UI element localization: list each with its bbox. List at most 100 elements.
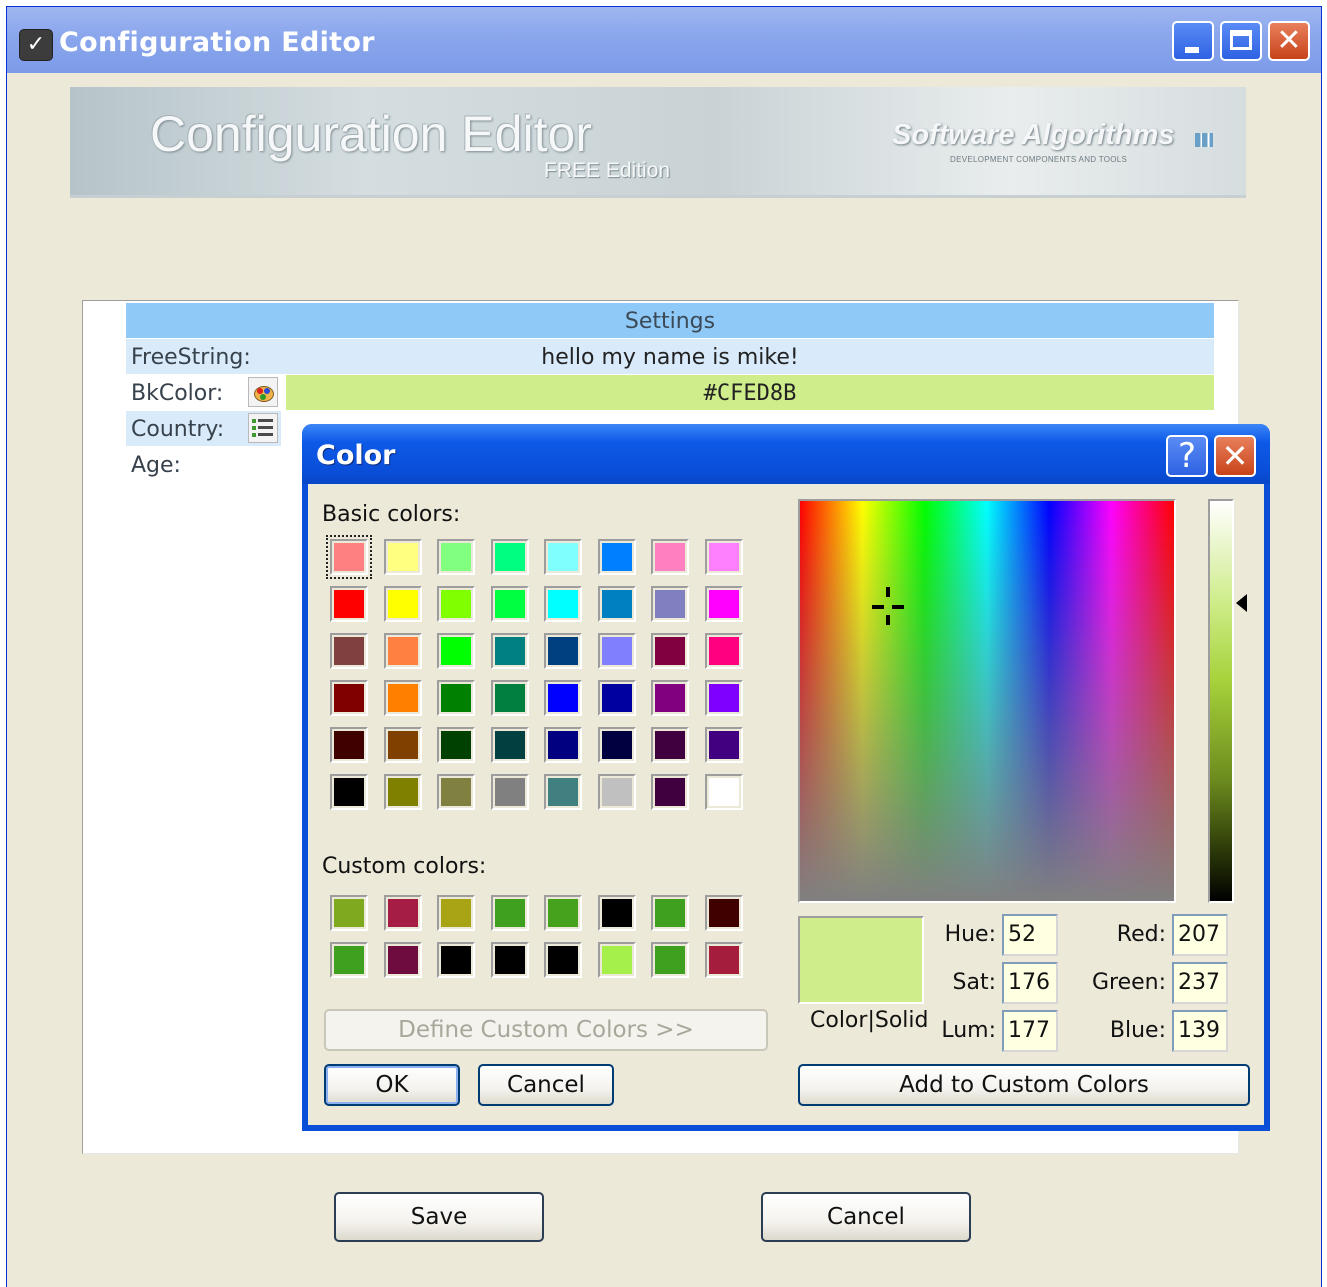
sat-input[interactable]: 176 xyxy=(1002,962,1058,1004)
save-button[interactable]: Save xyxy=(334,1192,544,1242)
custom-color-swatch[interactable] xyxy=(597,942,636,978)
basic-color-swatch[interactable] xyxy=(651,774,689,810)
custom-color-swatch[interactable] xyxy=(490,895,529,931)
help-button[interactable]: ? xyxy=(1166,435,1208,477)
luminance-arrow-icon[interactable] xyxy=(1236,594,1247,612)
custom-color-swatch[interactable] xyxy=(383,895,422,931)
basic-color-swatch[interactable] xyxy=(437,586,475,622)
basic-color-swatch[interactable] xyxy=(544,727,582,763)
basic-color-swatch[interactable] xyxy=(383,727,422,763)
luminance-slider[interactable] xyxy=(1208,499,1234,903)
custom-color-swatch[interactable] xyxy=(330,895,368,931)
basic-color-swatch[interactable] xyxy=(651,633,689,669)
basic-color-swatch[interactable] xyxy=(704,680,743,716)
basic-color-swatch[interactable] xyxy=(704,774,743,810)
custom-color-swatch[interactable] xyxy=(490,942,529,978)
banner-edition: FREE Edition xyxy=(544,159,671,182)
grid-row-freestring[interactable]: FreeString: hello my name is mike! xyxy=(126,339,1214,374)
custom-color-swatch[interactable] xyxy=(597,895,636,931)
basic-color-swatch[interactable] xyxy=(651,680,689,716)
green-input[interactable]: 237 xyxy=(1172,962,1228,1004)
sat-label: Sat: xyxy=(952,970,996,995)
basic-color-swatch[interactable] xyxy=(651,586,689,622)
basic-color-swatch[interactable] xyxy=(437,680,475,716)
minimize-button[interactable] xyxy=(1172,21,1214,61)
grid-row-bkcolor[interactable]: BkColor: #CFED8B xyxy=(126,375,1214,410)
basic-color-swatch[interactable] xyxy=(437,774,475,810)
basic-color-swatch[interactable] xyxy=(704,539,743,575)
basic-color-swatch[interactable] xyxy=(490,727,529,763)
basic-color-swatch[interactable] xyxy=(490,586,529,622)
basic-color-swatch[interactable] xyxy=(330,633,368,669)
basic-color-swatch[interactable] xyxy=(597,539,636,575)
basic-color-swatch[interactable] xyxy=(651,539,689,575)
custom-color-swatch[interactable] xyxy=(544,942,582,978)
bkcolor-value[interactable]: #CFED8B xyxy=(286,375,1214,413)
custom-color-swatch[interactable] xyxy=(383,942,422,978)
basic-color-swatch[interactable] xyxy=(597,774,636,810)
basic-color-swatch[interactable] xyxy=(704,727,743,763)
cancel-button[interactable]: Cancel xyxy=(761,1192,971,1242)
basic-color-swatch[interactable] xyxy=(326,535,372,579)
basic-color-swatch[interactable] xyxy=(490,774,529,810)
dialog-close-button[interactable]: ✕ xyxy=(1214,435,1256,477)
basic-color-swatch[interactable] xyxy=(544,680,582,716)
add-to-custom-colors-button[interactable]: Add to Custom Colors xyxy=(798,1064,1250,1106)
maximize-icon xyxy=(1230,30,1252,50)
maximize-button[interactable] xyxy=(1220,21,1262,61)
basic-color-swatch[interactable] xyxy=(490,633,529,669)
dialog-cancel-button[interactable]: Cancel xyxy=(478,1064,614,1106)
custom-color-swatch[interactable] xyxy=(437,942,475,978)
custom-color-swatch[interactable] xyxy=(704,942,743,978)
basic-color-swatch[interactable] xyxy=(597,680,636,716)
basic-color-swatch[interactable] xyxy=(383,539,422,575)
basic-color-swatch[interactable] xyxy=(437,633,475,669)
list-icon[interactable] xyxy=(248,413,278,443)
basic-color-swatch[interactable] xyxy=(330,727,368,763)
basic-color-swatch[interactable] xyxy=(544,633,582,669)
red-input[interactable]: 207 xyxy=(1172,914,1228,956)
hue-input[interactable]: 52 xyxy=(1002,914,1058,956)
color-spectrum[interactable] xyxy=(798,499,1176,903)
custom-color-swatch[interactable] xyxy=(704,895,743,931)
basic-color-swatch[interactable] xyxy=(490,539,529,575)
close-button[interactable]: ✕ xyxy=(1268,21,1310,61)
blue-input[interactable]: 139 xyxy=(1172,1010,1228,1052)
custom-color-swatch[interactable] xyxy=(651,942,689,978)
basic-color-swatch[interactable] xyxy=(704,586,743,622)
basic-color-swatch[interactable] xyxy=(544,539,582,575)
basic-color-swatch[interactable] xyxy=(330,774,368,810)
custom-color-swatch[interactable] xyxy=(544,895,582,931)
color-dialog-titlebar[interactable]: Color ? ✕ xyxy=(302,424,1270,484)
basic-color-swatch[interactable] xyxy=(704,633,743,669)
color-preview xyxy=(798,916,924,1004)
palette-icon[interactable] xyxy=(248,377,278,407)
basic-color-swatch[interactable] xyxy=(490,680,529,716)
basic-colors-label: Basic colors: xyxy=(322,502,461,527)
window-titlebar[interactable]: ✓ Configuration Editor ✕ xyxy=(7,7,1321,73)
basic-color-swatch[interactable] xyxy=(597,586,636,622)
basic-color-swatch[interactable] xyxy=(383,586,422,622)
ok-button[interactable]: OK xyxy=(324,1064,460,1106)
lum-input[interactable]: 177 xyxy=(1002,1010,1058,1052)
basic-color-swatch[interactable] xyxy=(544,774,582,810)
basic-color-swatch[interactable] xyxy=(330,586,368,622)
basic-color-swatch[interactable] xyxy=(330,680,368,716)
basic-color-swatch[interactable] xyxy=(437,727,475,763)
define-custom-colors-button[interactable]: Define Custom Colors >> xyxy=(324,1009,768,1051)
basic-color-swatch[interactable] xyxy=(597,633,636,669)
basic-color-swatch[interactable] xyxy=(383,680,422,716)
row-label: Country: xyxy=(131,417,225,442)
basic-color-swatch[interactable] xyxy=(597,727,636,763)
grid-category-header[interactable]: Settings xyxy=(126,303,1214,338)
basic-color-swatch[interactable] xyxy=(651,727,689,763)
basic-color-swatch[interactable] xyxy=(544,586,582,622)
freestring-value[interactable]: hello my name is mike! xyxy=(126,339,1214,377)
basic-color-swatch[interactable] xyxy=(383,633,422,669)
lum-label: Lum: xyxy=(941,1018,996,1043)
custom-color-swatch[interactable] xyxy=(437,895,475,931)
basic-color-swatch[interactable] xyxy=(437,539,475,575)
basic-color-swatch[interactable] xyxy=(383,774,422,810)
custom-color-swatch[interactable] xyxy=(330,942,368,978)
custom-color-swatch[interactable] xyxy=(651,895,689,931)
